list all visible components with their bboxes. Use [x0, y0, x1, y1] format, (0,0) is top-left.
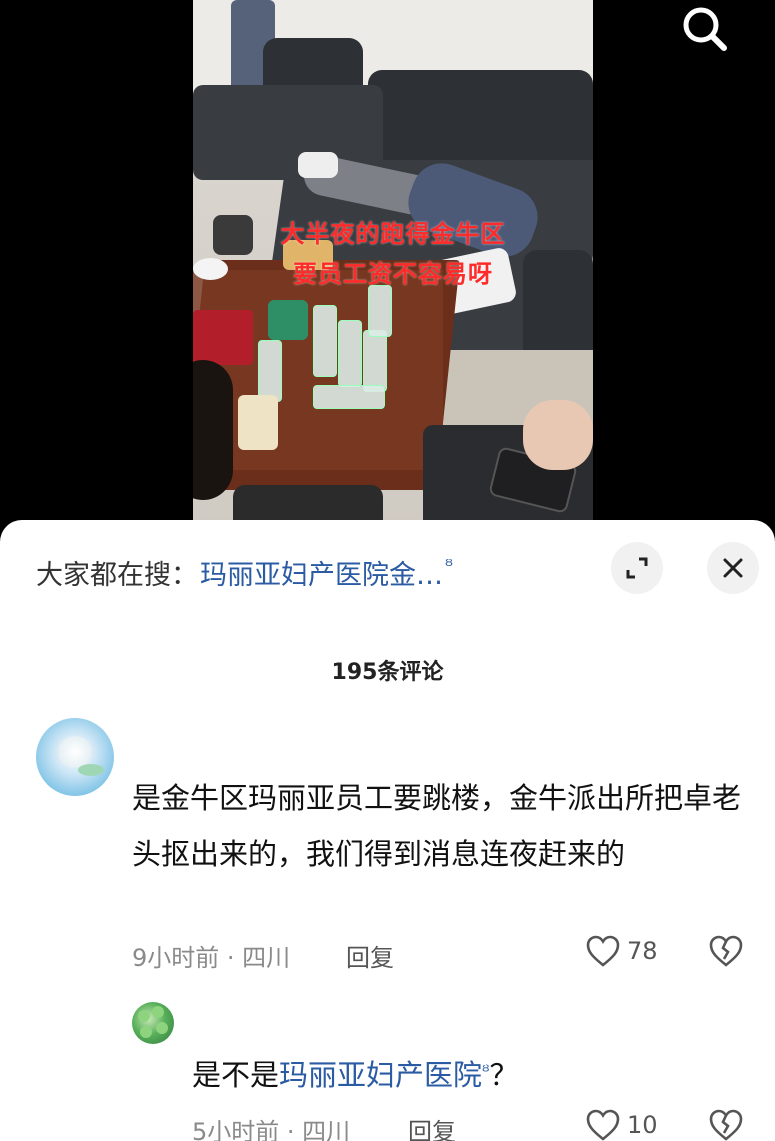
comment-text-suffix: ？ — [489, 1058, 519, 1092]
comment-keyword-link[interactable]: 玛丽亚妇产医院 — [279, 1058, 482, 1092]
close-button[interactable] — [707, 542, 759, 594]
dislike-button[interactable] — [708, 1108, 744, 1141]
broken-heart-icon — [709, 935, 743, 967]
avatar[interactable] — [132, 1002, 174, 1044]
search-button[interactable] — [678, 2, 732, 56]
comments-panel: 大家都在搜： 玛丽亚妇产医院金… ᴽ 195条评论 是金牛区玛丽亚员工要跳楼，金… — [0, 520, 775, 1141]
comment-count: 195条评论 — [331, 660, 444, 685]
like-count: 78 — [627, 937, 658, 965]
reply-button[interactable]: 回复 — [408, 1112, 456, 1141]
heart-icon — [586, 1109, 620, 1141]
comment-meta: 9小时前 · 四川 — [132, 944, 291, 972]
video-player[interactable]: 大半夜的跑得金牛区 要员工资不容易呀 — [0, 0, 775, 540]
trending-search-keyword[interactable]: 玛丽亚妇产医院金… — [200, 553, 443, 592]
search-icon — [683, 7, 727, 51]
trending-search-bar[interactable]: 大家都在搜： 玛丽亚妇产医院金… ᴽ — [36, 552, 453, 592]
close-icon — [723, 558, 743, 578]
dislike-button[interactable] — [708, 934, 744, 968]
trending-search-label: 大家都在搜： — [36, 559, 198, 591]
video-caption-line1: 大半夜的跑得金牛区 — [280, 220, 506, 248]
like-button[interactable]: 10 — [585, 1108, 658, 1141]
like-count: 10 — [627, 1111, 658, 1139]
heart-icon — [586, 935, 620, 967]
broken-heart-icon — [709, 1109, 743, 1141]
expand-button[interactable] — [611, 542, 663, 594]
search-keyword-icon: ᴽ — [445, 555, 453, 577]
like-button[interactable]: 78 — [585, 934, 658, 968]
comment-text: 是金牛区玛丽亚员工要跳楼，金牛派出所把卓老头抠出来的，我们得到消息连夜赶来的 — [132, 781, 742, 871]
video-frame: 大半夜的跑得金牛区 要员工资不容易呀 — [193, 0, 593, 540]
video-caption-line2: 要员工资不容易呀 — [293, 260, 493, 288]
avatar[interactable] — [36, 718, 114, 796]
comment-text-prefix: 是不是 — [192, 1058, 280, 1092]
comment-text: 是不是玛丽亚妇产医院ᴽ？ — [192, 1052, 519, 1094]
search-keyword-icon: ᴽ — [482, 1062, 490, 1082]
reply-button[interactable]: 回复 — [346, 938, 394, 973]
expand-icon — [626, 557, 648, 579]
comment-meta: 5小时前 · 四川 — [192, 1118, 351, 1141]
